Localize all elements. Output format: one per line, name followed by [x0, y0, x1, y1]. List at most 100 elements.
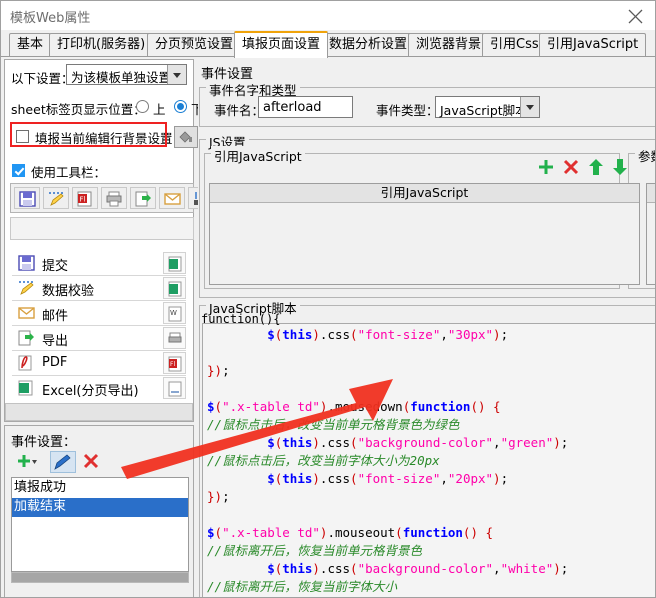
event-list-scrollbar[interactable] — [11, 572, 189, 583]
mail-icon — [18, 307, 35, 319]
tab-basic[interactable]: 基本 — [9, 33, 52, 57]
event-list-item[interactable]: 填报成功 — [12, 479, 188, 498]
code-line: $(".x-table td").mouseout(function() { — [207, 525, 494, 540]
settings-scope-combo[interactable]: 为该模板单独设置 — [66, 64, 187, 85]
title-bar: 模板Web属性 — [1, 1, 655, 31]
word-icon[interactable]: W — [163, 302, 186, 324]
list-item[interactable]: 导出 — [12, 326, 186, 351]
toolbar-save-icon[interactable] — [14, 187, 40, 209]
tab-reference-css[interactable]: 引用Css — [482, 33, 547, 57]
x-icon — [83, 453, 99, 469]
plus-icon — [18, 455, 37, 467]
sheet-position-bottom-radio[interactable] — [174, 100, 187, 113]
list-item[interactable]: 邮件 W — [12, 301, 186, 326]
excel-icon[interactable] — [163, 252, 186, 274]
code-line: $(this).css("font-size","30px"); — [267, 327, 509, 342]
event-type-label: 事件类型： — [376, 103, 439, 118]
use-toolbar-label: 使用工具栏： — [31, 165, 107, 180]
close-button[interactable] — [613, 1, 655, 31]
excel-icon[interactable] — [163, 277, 186, 299]
code-line: //鼠标离开后，恢复当前字体大小 — [207, 579, 398, 594]
fill-row-bg-checkbox[interactable] — [16, 130, 29, 143]
tab-printer[interactable]: 打印机(服务器) — [49, 33, 154, 57]
sheet-tab-position-label: sheet标签页显示位置： — [11, 102, 146, 117]
reference-javascript-table[interactable]: 引用JavaScript — [209, 183, 640, 285]
use-toolbar-checkbox[interactable] — [12, 164, 25, 177]
tab-data-analysis[interactable]: 数据分析设置 — [321, 33, 416, 57]
tab-fill-page-settings[interactable]: 填报页面设置 — [234, 31, 329, 58]
code-line: }); — [207, 489, 230, 504]
parameters-group-label: 参数 — [635, 146, 655, 165]
sheet-position-top-label: 上 — [153, 102, 166, 117]
list-item[interactable]: Excel(分页导出) — [12, 376, 186, 401]
tab-reference-javascript[interactable]: 引用JavaScript — [539, 33, 647, 57]
fill-row-bg-color-button[interactable] — [174, 126, 198, 148]
reference-javascript-table-header: 引用JavaScript — [210, 184, 639, 203]
reference-javascript-group-label: 引用JavaScript — [211, 146, 305, 165]
excel-icon — [18, 380, 33, 396]
toolbar-print-icon[interactable] — [101, 187, 127, 209]
edit-event-button[interactable] — [50, 451, 76, 473]
left-panel-footer-bar — [5, 403, 193, 421]
toolbar-mail-icon[interactable] — [159, 187, 185, 209]
event-name-input[interactable] — [258, 96, 353, 118]
plus-icon — [539, 160, 553, 174]
javascript-code-editor[interactable]: $(this).css("font-size","30px"); }); $("… — [202, 323, 655, 597]
list-item-label: 邮件 — [42, 309, 69, 324]
fill-row-bg-label: 填报当前编辑行背景设置： — [35, 131, 186, 146]
code-line: $(this).css("font-size","20px"); — [267, 471, 509, 486]
x-icon — [563, 159, 579, 175]
toolbar-icon-strip: Fl — [10, 183, 214, 213]
print-icon[interactable] — [163, 327, 186, 349]
tab-page-preview[interactable]: 分页预览设置 — [147, 33, 242, 57]
toolbar-flash-icon[interactable]: Fl — [72, 187, 98, 209]
chevron-down-icon — [520, 97, 539, 117]
sheet-position-top-radio[interactable] — [136, 100, 149, 113]
list-item[interactable]: PDF Fl — [12, 351, 186, 376]
event-type-value: JavaScript脚本 — [440, 103, 528, 118]
pdf-icon — [18, 355, 32, 371]
event-name-type-group: 事件名字和类型 事件名： 事件类型： JavaScript脚本 — [199, 80, 655, 127]
delete-event-button[interactable] — [81, 451, 107, 473]
tab-browser-background[interactable]: 浏览器背景 — [408, 33, 490, 57]
tab-underline — [1, 56, 655, 57]
move-up-button[interactable] — [586, 157, 612, 179]
code-line: }); — [207, 363, 230, 378]
arrow-up-icon — [589, 159, 603, 175]
toolbar-validate-icon[interactable] — [43, 187, 69, 209]
list-item[interactable]: 数据校验 — [12, 276, 186, 301]
image-icon[interactable] — [163, 377, 186, 399]
settings-scope-label: 以下设置： — [11, 71, 74, 86]
export-icon — [18, 330, 34, 346]
svg-text:Fl: Fl — [170, 361, 175, 368]
event-type-combo[interactable]: JavaScript脚本 — [435, 96, 540, 118]
event-name-label: 事件名： — [214, 103, 265, 118]
add-event-button[interactable] — [14, 451, 40, 473]
add-script-button[interactable] — [536, 157, 562, 179]
template-web-properties-dialog: 模板Web属性 基本 打印机(服务器) 分页预览设置 填报页面设置 数据分析设置… — [0, 0, 656, 598]
function-signature: function(){ — [201, 312, 281, 326]
event-list-item-selected[interactable]: 加载结束 — [12, 498, 188, 517]
arrow-down-icon — [613, 159, 627, 175]
code-line: $(this).css("background-color","white"); — [267, 561, 569, 576]
svg-text:Fl: Fl — [80, 196, 86, 204]
list-item-label: Excel(分页导出) — [42, 384, 139, 399]
move-down-button[interactable] — [610, 157, 636, 179]
delete-script-button[interactable] — [561, 157, 587, 179]
code-content: $(this).css("font-size","30px"); }); $("… — [203, 324, 655, 597]
list-item[interactable]: 提交 — [12, 251, 186, 276]
pencil-icon — [19, 281, 34, 295]
code-line: //鼠标点击后，改变当前单元格背景色为绿色 — [207, 417, 460, 432]
list-item-label: 数据校验 — [42, 284, 95, 299]
parameters-table-header — [647, 184, 655, 203]
event-list[interactable]: 填报成功 加载结束 — [11, 477, 189, 572]
toolbar-export-icon[interactable] — [130, 187, 156, 209]
event-settings-panel: 事件设置： 填报成功 加载结束 — [4, 425, 194, 597]
flash-icon[interactable]: Fl — [163, 352, 186, 374]
left-settings-panel: 以下设置： 为该模板单独设置 sheet标签页显示位置： 上 下 填报当前编辑行… — [4, 59, 214, 597]
list-item-label: 导出 — [42, 334, 69, 349]
parameters-table[interactable] — [646, 183, 655, 285]
svg-text:W: W — [170, 309, 177, 317]
